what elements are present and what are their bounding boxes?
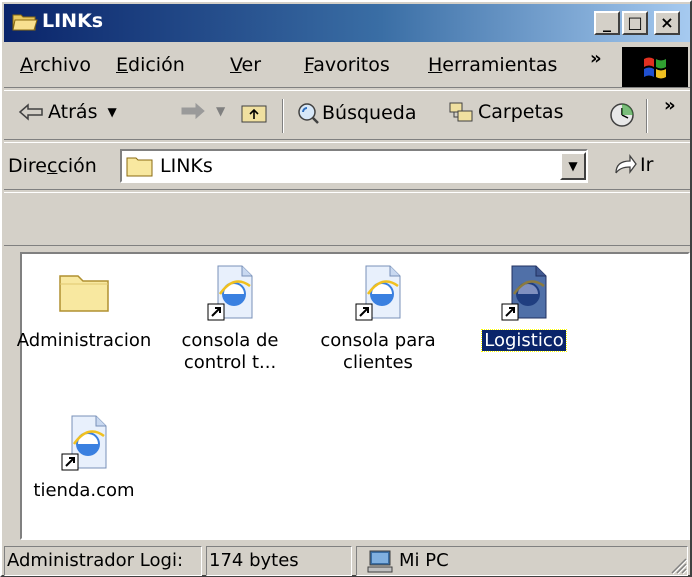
- menu-bar: Archivo Edición Ver Favoritos Herramient…: [4, 44, 690, 88]
- maximize-icon: □: [627, 13, 643, 32]
- close-icon: ×: [660, 13, 674, 32]
- internet-shortcut-icon: [494, 262, 554, 322]
- item-label-line1: Logistico: [481, 329, 567, 352]
- up-folder-button[interactable]: [240, 101, 268, 125]
- internet-shortcut-icon: [54, 412, 114, 472]
- address-dropdown-button[interactable]: ▼: [560, 152, 586, 180]
- menu-accel: H: [428, 54, 443, 76]
- links-toolbar: [4, 192, 690, 246]
- internet-shortcut-icon: [348, 262, 408, 322]
- back-arrow-icon: [18, 103, 43, 121]
- item-label: consola para clientes: [308, 330, 448, 374]
- minimize-icon: _: [603, 13, 611, 32]
- search-label: Búsqueda: [322, 102, 417, 124]
- item-label: consola de control t...: [160, 330, 300, 374]
- windows-logo-icon: [622, 47, 688, 87]
- menu-favoritos[interactable]: Favoritos: [304, 54, 390, 76]
- menu-accel: V: [230, 54, 242, 76]
- maximize-button[interactable]: □: [622, 11, 648, 35]
- status-bar: Administrador Logi: 174 bytes Mi PC: [4, 544, 690, 577]
- folders-button[interactable]: Carpetas: [448, 101, 563, 123]
- item-label: Administracion: [14, 330, 154, 352]
- status-size: 174 bytes: [206, 546, 352, 576]
- folders-icon: [449, 102, 473, 122]
- back-label: Atrás: [48, 101, 98, 123]
- address-label-pre: Dire: [8, 155, 47, 177]
- title-bar[interactable]: LINKs _ □ ×: [4, 4, 690, 42]
- forward-button[interactable]: ▼: [180, 101, 225, 121]
- menu-label: rchivo: [33, 54, 92, 76]
- toolbar-separator: [646, 99, 648, 133]
- chevron-down-icon: ▼: [568, 159, 578, 173]
- item-label-line1: Administracion: [16, 330, 152, 351]
- item-label-line2: control t...: [183, 352, 277, 373]
- address-label-post: ción: [57, 155, 97, 177]
- menu-label: er: [241, 54, 262, 76]
- menu-archivo[interactable]: Archivo: [20, 54, 91, 76]
- close-button[interactable]: ×: [654, 11, 680, 35]
- item-label-line2: clientes: [343, 352, 413, 373]
- list-item-consola-de-control[interactable]: consola de control t...: [160, 262, 300, 374]
- my-computer-icon: [367, 550, 393, 573]
- resize-grip-icon[interactable]: [668, 555, 688, 575]
- folder-icon: [126, 157, 153, 177]
- standard-toolbar: Atrás ▼ ▼ Búsqueda Carpetas »: [4, 90, 690, 140]
- file-list-view[interactable]: Administracion consola de control t... c…: [17, 252, 690, 540]
- menu-label: dición: [128, 54, 185, 76]
- go-label: Ir: [640, 154, 654, 176]
- address-label: Dirección: [8, 155, 97, 177]
- address-label-accel: c: [47, 155, 58, 177]
- history-clock-icon: [610, 103, 634, 127]
- go-arrow-icon: [615, 154, 637, 174]
- list-item-consola-para-clientes[interactable]: consola para clientes: [308, 262, 448, 374]
- menu-overflow-chevron[interactable]: »: [590, 48, 602, 69]
- menu-edicion[interactable]: Edición: [116, 54, 185, 76]
- item-label-line1: consola para: [320, 330, 436, 351]
- folder-open-icon: [12, 14, 38, 31]
- status-description: Administrador Logi:: [4, 546, 202, 576]
- item-label-line1: tienda.com: [33, 480, 135, 501]
- folder-icon: [54, 262, 114, 322]
- address-bar: Dirección LINKs ▼ Ir: [4, 142, 690, 190]
- menu-accel: F: [304, 54, 314, 76]
- forward-dropdown-icon[interactable]: ▼: [216, 104, 225, 118]
- search-button[interactable]: Búsqueda: [296, 101, 416, 125]
- address-input[interactable]: LINKs: [120, 149, 588, 183]
- window-title: LINKs: [42, 10, 104, 32]
- status-zone-label: Mi PC: [399, 550, 449, 571]
- windows-flag-icon: [644, 57, 666, 79]
- menu-label: avoritos: [313, 54, 390, 76]
- search-icon: [298, 103, 319, 124]
- item-label: Logistico: [454, 329, 594, 352]
- go-button[interactable]: Ir: [612, 153, 653, 177]
- forward-arrow-icon: [181, 102, 205, 120]
- back-button[interactable]: Atrás ▼: [18, 101, 117, 123]
- internet-shortcut-icon: [200, 262, 260, 322]
- minimize-button[interactable]: _: [594, 11, 620, 35]
- item-label-line1: consola de: [181, 330, 279, 351]
- back-dropdown-icon[interactable]: ▼: [107, 105, 116, 119]
- address-value: LINKs: [160, 155, 213, 177]
- list-item-tienda-com[interactable]: tienda.com: [14, 412, 154, 502]
- menu-herramientas[interactable]: Herramientas: [428, 54, 557, 76]
- menu-accel: A: [20, 54, 33, 76]
- menu-ver[interactable]: Ver: [230, 54, 261, 76]
- menu-label: erramientas: [442, 54, 558, 76]
- up-folder-icon: [241, 105, 267, 123]
- folders-label: Carpetas: [478, 101, 564, 123]
- explorer-window: LINKs _ □ × Archivo Edición Ver Favorito…: [0, 0, 692, 577]
- list-item-logistico[interactable]: Logistico: [454, 262, 594, 352]
- menu-accel: E: [116, 54, 129, 76]
- item-label: tienda.com: [14, 480, 154, 502]
- list-item-administracion[interactable]: Administracion: [14, 262, 154, 352]
- toolbar-overflow-chevron[interactable]: »: [664, 95, 676, 116]
- history-button[interactable]: [608, 101, 636, 129]
- toolbar-separator: [282, 99, 284, 133]
- status-zone: Mi PC: [356, 546, 688, 576]
